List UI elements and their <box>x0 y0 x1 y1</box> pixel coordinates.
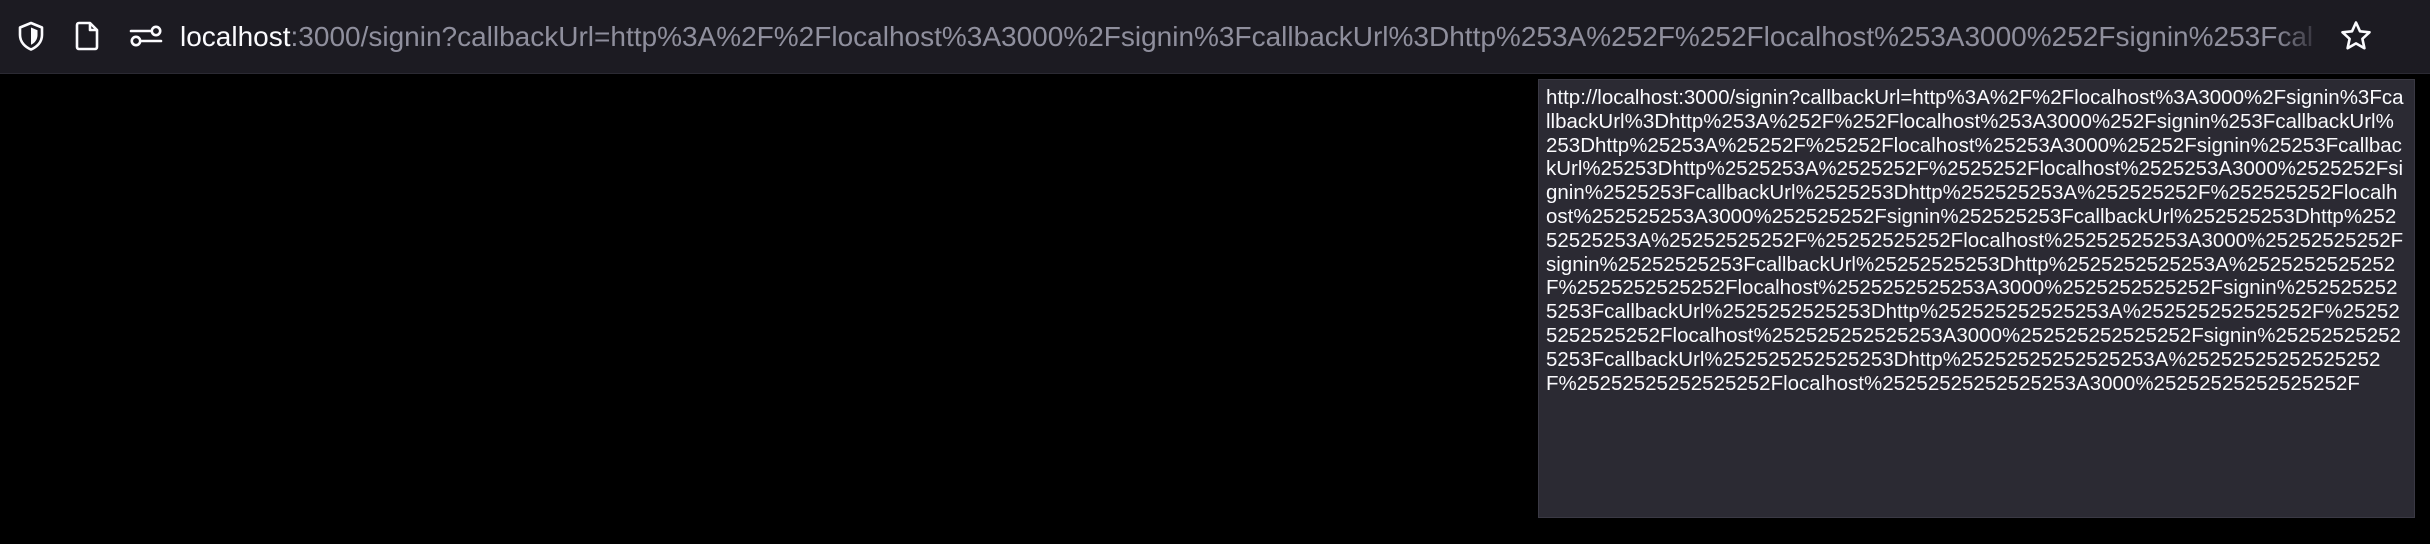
page-icon[interactable] <box>67 16 107 56</box>
url-tooltip: http://localhost:3000/signin?callbackUrl… <box>1538 79 2415 518</box>
permissions-icon[interactable] <box>126 16 166 56</box>
url-text[interactable]: localhost:3000/signin?callbackUrl=http%3… <box>180 0 2315 74</box>
address-bar[interactable]: localhost:3000/signin?callbackUrl=http%3… <box>0 0 2430 74</box>
url-path: :3000/signin?callbackUrl=http%3A%2F%2Flo… <box>290 21 2315 52</box>
shield-icon[interactable] <box>11 16 51 56</box>
url-host: localhost <box>180 21 291 52</box>
url-fade <box>2275 10 2325 64</box>
bookmark-star-icon[interactable] <box>2336 16 2376 56</box>
